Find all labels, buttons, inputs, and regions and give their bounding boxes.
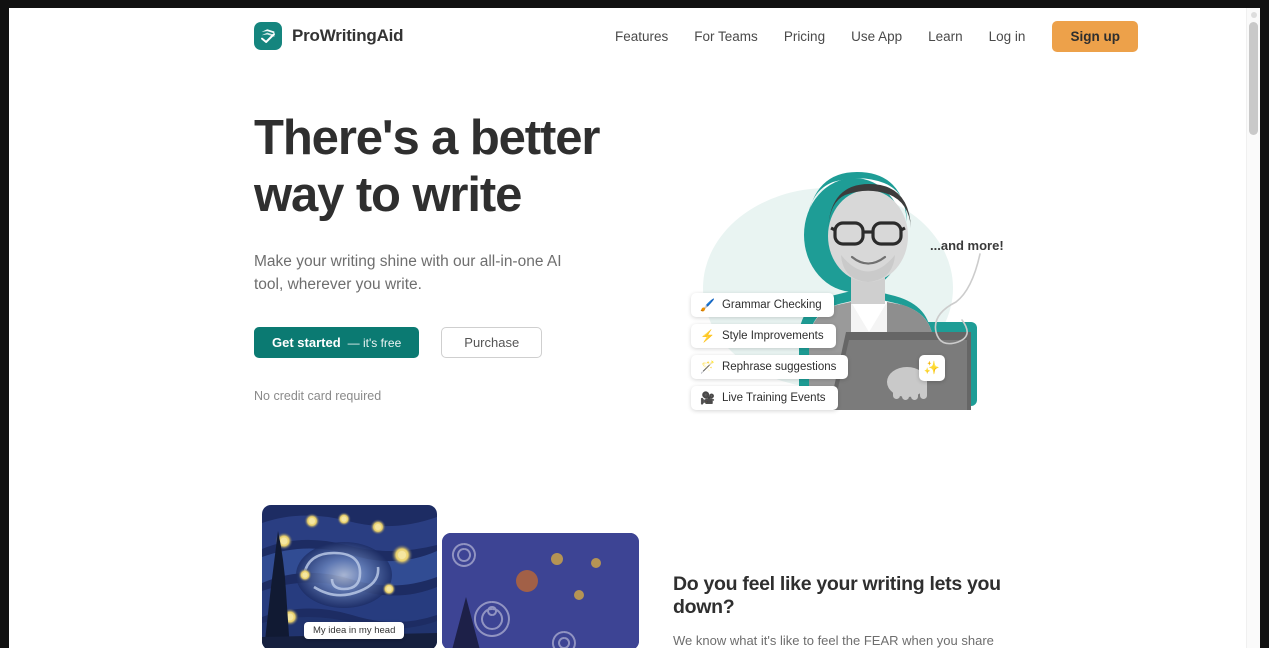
- hero-copy: There's a better way to write Make your …: [254, 110, 654, 403]
- get-started-label: Get started: [272, 335, 341, 350]
- and-more-callout: ...and more!: [930, 238, 1004, 253]
- my-idea-caption: My idea in my head: [304, 622, 405, 639]
- nav-item-log-in[interactable]: Log in: [976, 29, 1039, 44]
- feature-pill-label: Grammar Checking: [721, 299, 822, 311]
- hero-section: There's a better way to write Make your …: [9, 65, 1246, 485]
- sparkles-glyph: ✨: [923, 360, 941, 375]
- brand-name: ProWritingAid: [292, 26, 404, 45]
- feature-pill-label: Style Improvements: [721, 330, 824, 342]
- hero-subtitle: Make your writing shine with our all-in-…: [254, 253, 562, 293]
- page-scrollbar[interactable]: [1246, 8, 1260, 648]
- feature-pill-list: 🖌️ Grammar Checking ⚡ Style Improvements…: [691, 293, 849, 410]
- starry-night-comparison-images: My idea in my head: [254, 505, 639, 648]
- nav-item-for-teams[interactable]: For Teams: [681, 29, 771, 44]
- feature-pill-grammar-checking[interactable]: 🖌️ Grammar Checking: [691, 293, 834, 317]
- hero-heading-line2: way to write: [254, 168, 522, 222]
- scrollbar-thumb[interactable]: [1249, 22, 1258, 135]
- lightning-bolt-icon: ⚡: [700, 329, 715, 343]
- feature-pill-live-training-events[interactable]: 🎥 Live Training Events: [691, 386, 838, 410]
- get-started-button[interactable]: Get started — it's free: [254, 327, 420, 358]
- section2-paragraph: We know what it's like to feel the FEAR …: [673, 633, 994, 648]
- hero-illustration: ...and more! ✨ 🖌️ Grammar Checking ⚡ Sty…: [681, 110, 1021, 410]
- nav-item-features[interactable]: Features: [609, 29, 681, 44]
- site-header: ProWritingAid Features For Teams Pricing…: [9, 8, 1246, 65]
- sparkles-icon: ✨: [919, 355, 945, 381]
- browser-viewport: ProWritingAid Features For Teams Pricing…: [9, 8, 1260, 648]
- prowritingaid-logo-icon: [254, 22, 282, 50]
- flat-starry-night-card: [442, 533, 639, 648]
- nav-item-use-app[interactable]: Use App: [838, 29, 915, 44]
- get-started-note: — it's free: [347, 335, 402, 350]
- section2-heading: Do you feel like your writing lets you d…: [673, 573, 1001, 618]
- writing-lets-you-down-section: My idea in my head Do you feel like your…: [9, 485, 1246, 648]
- flat-starry-night-illustration: [442, 533, 639, 648]
- hero-cta-group: Get started — it's free Purchase: [254, 327, 654, 358]
- callout-loop-line: [934, 253, 981, 345]
- nav-item-pricing[interactable]: Pricing: [771, 29, 838, 44]
- no-credit-card-note: No credit card required: [254, 389, 382, 403]
- hero-heading-line1: There's a better: [254, 111, 600, 165]
- main-navigation: Features For Teams Pricing Use App Learn…: [609, 8, 1138, 65]
- film-camera-icon: 🎥: [700, 391, 715, 405]
- paintbrush-icon: 🖌️: [700, 298, 715, 312]
- feature-pill-style-improvements[interactable]: ⚡ Style Improvements: [691, 324, 836, 348]
- purchase-button[interactable]: Purchase: [441, 327, 543, 358]
- magic-wand-icon: 🪄: [700, 360, 715, 374]
- brand-logo[interactable]: ProWritingAid: [254, 22, 404, 50]
- feature-pill-rephrase-suggestions[interactable]: 🪄 Rephrase suggestions: [691, 355, 849, 379]
- nav-item-learn[interactable]: Learn: [915, 29, 976, 44]
- feature-pill-label: Live Training Events: [721, 392, 826, 404]
- scrollbar-marker: [1251, 12, 1257, 18]
- page-content: ProWritingAid Features For Teams Pricing…: [9, 8, 1246, 648]
- feature-pill-label: Rephrase suggestions: [721, 361, 837, 373]
- hero-heading: There's a better way to write: [254, 110, 654, 224]
- section2-copy: Do you feel like your writing lets you d…: [673, 573, 1023, 648]
- sign-up-button[interactable]: Sign up: [1052, 21, 1138, 52]
